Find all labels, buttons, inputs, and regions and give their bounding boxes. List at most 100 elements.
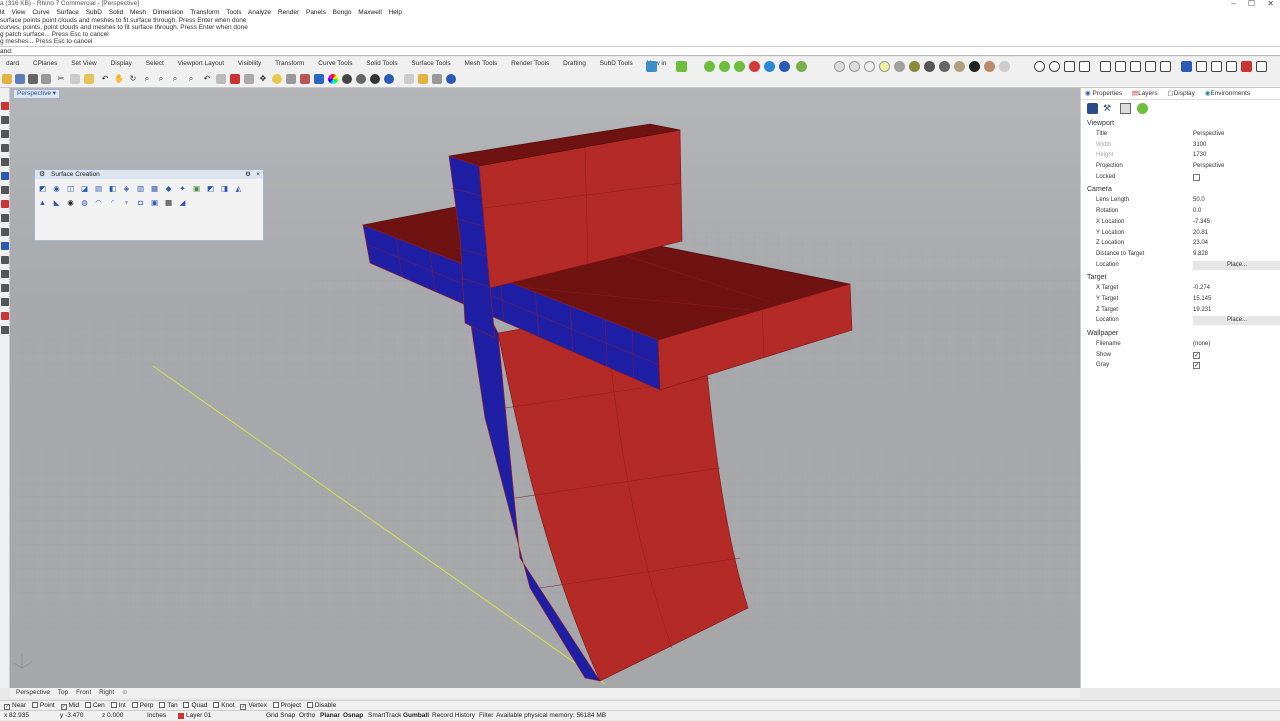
material-sphere-icon[interactable] — [894, 61, 905, 72]
material-sphere-icon[interactable] — [954, 61, 965, 72]
circle-icon[interactable] — [1, 158, 9, 166]
frame-icon[interactable] — [1120, 103, 1131, 114]
array-icon[interactable] — [1, 270, 9, 278]
edge-curves-icon[interactable]: ◫ — [66, 184, 75, 193]
menu-tools[interactable]: Tools — [226, 9, 241, 16]
blue-tool-icon[interactable] — [779, 61, 790, 72]
rail-revolve-icon[interactable]: ▦ — [150, 184, 159, 193]
explode-icon[interactable] — [1, 312, 9, 320]
menu-curve[interactable]: Curve — [32, 9, 49, 16]
grid-icon[interactable]: ▦ — [164, 198, 173, 207]
material-sphere-icon[interactable] — [924, 61, 935, 72]
loft-icon[interactable]: ◈ — [122, 184, 131, 193]
grid-icon[interactable]: ◘ — [136, 198, 145, 207]
dimension-icon[interactable] — [1, 242, 9, 250]
panel-tool-icon[interactable] — [1226, 61, 1237, 72]
wrench-icon[interactable]: ⚒ — [1103, 103, 1114, 114]
panel-tool-icon[interactable] — [1241, 61, 1252, 72]
material-sphere-icon[interactable] — [864, 61, 875, 72]
snap-tool-icon[interactable] — [1079, 61, 1090, 72]
arc-icon[interactable] — [1, 172, 9, 180]
material-sphere-icon[interactable] — [909, 61, 920, 72]
snap-tool-icon[interactable] — [1049, 61, 1060, 72]
material-sphere-icon[interactable] — [939, 61, 950, 72]
maximize-icon[interactable]: ☐ — [1248, 0, 1255, 8]
surface-icon[interactable] — [1, 200, 9, 208]
revolve-icon[interactable]: ◉ — [66, 198, 75, 207]
command-prompt[interactable]: and: — [0, 47, 1280, 56]
fillet-icon[interactable]: ◍ — [80, 198, 89, 207]
filename-value[interactable]: (none) — [1193, 339, 1210, 350]
panel-tool-icon[interactable] — [1196, 61, 1207, 72]
sphere-icon[interactable]: ◉ — [52, 184, 61, 193]
menu-surface[interactable]: Surface — [56, 9, 78, 16]
panel-tool-icon[interactable] — [1256, 61, 1267, 72]
solid-icon[interactable] — [1, 214, 9, 222]
distance-to-target-value[interactable]: 9.828 — [1193, 249, 1208, 260]
group-icon[interactable] — [1, 326, 9, 334]
menu-solid[interactable]: Solid — [109, 9, 123, 16]
snap-tool-icon[interactable] — [1034, 61, 1045, 72]
panel-tool-icon[interactable] — [1211, 61, 1222, 72]
close-icon[interactable]: ✕ — [1267, 0, 1274, 8]
material-sphere-icon[interactable] — [834, 61, 845, 72]
tab-environments[interactable]: ◉Environments — [1205, 90, 1250, 97]
extrude-icon[interactable]: ◧ — [108, 184, 117, 193]
wire-icon[interactable]: ◢ — [178, 198, 187, 207]
heightfield-icon[interactable]: ◨ — [220, 184, 229, 193]
corner-points-icon[interactable]: ◩ — [38, 184, 47, 193]
target-place-button[interactable]: Place... — [1193, 316, 1280, 326]
edit-tool-icon[interactable] — [1130, 61, 1141, 72]
material-sphere-icon[interactable] — [849, 61, 860, 72]
tab-display[interactable]: ▢Display — [1167, 90, 1194, 97]
edit-tool-icon[interactable] — [1115, 61, 1126, 72]
snap-tool-icon[interactable] — [1064, 61, 1075, 72]
polyline-icon[interactable] — [1, 130, 9, 138]
perspective-viewport[interactable]: Perspective ▾ ⚙ Surface Creation ⚙ × ◩ ◉… — [10, 88, 1080, 688]
z-target-value[interactable]: 19.231 — [1193, 305, 1211, 316]
checkbox[interactable] — [213, 702, 220, 708]
x-location-value[interactable]: -7.345 — [1193, 217, 1210, 228]
green-tool-icon[interactable] — [796, 61, 807, 72]
menu-render[interactable]: Render — [278, 9, 299, 16]
minimize-icon[interactable]: – — [1231, 0, 1235, 8]
point-icon[interactable] — [1, 102, 9, 110]
tab-right[interactable]: Right — [99, 689, 114, 696]
green-tool-icon[interactable] — [704, 61, 715, 72]
menu-transform[interactable]: Transform — [190, 9, 219, 16]
z-location-value[interactable]: 23.04 — [1193, 238, 1208, 249]
x-target-value[interactable]: -0.274 — [1193, 283, 1210, 294]
curve-icon[interactable] — [1, 144, 9, 152]
plugin-icon[interactable] — [676, 61, 687, 72]
red-tool-icon[interactable] — [749, 61, 760, 72]
menu-dimension[interactable]: Dimension — [153, 9, 184, 16]
title-value[interactable]: Perspective — [1193, 129, 1224, 140]
join-icon[interactable] — [1, 298, 9, 306]
checkbox[interactable] — [84, 702, 91, 708]
camera-place-button[interactable]: Place... — [1193, 260, 1280, 270]
lens-length-value[interactable]: 50.0 — [1193, 195, 1205, 206]
camera-icon[interactable] — [1087, 103, 1098, 114]
show-checkbox[interactable]: ✓ — [1193, 351, 1200, 359]
checkbox[interactable] — [159, 702, 166, 708]
gear-icon[interactable] — [1181, 61, 1192, 72]
checkbox[interactable] — [110, 702, 117, 708]
material-sphere-icon[interactable] — [969, 61, 980, 72]
width-value[interactable]: 3100 — [1193, 140, 1206, 151]
close-icon[interactable]: × — [256, 170, 260, 179]
menu-mesh[interactable]: Mesh — [130, 9, 146, 16]
height-value[interactable]: 1730 — [1193, 150, 1206, 161]
network-icon[interactable]: ✦ — [178, 184, 187, 193]
checkbox[interactable] — [131, 702, 138, 708]
tab-perspective[interactable]: Perspective — [16, 689, 50, 696]
checkbox[interactable] — [183, 702, 190, 708]
checkbox[interactable] — [272, 702, 279, 708]
sweep-icon[interactable]: ▥ — [136, 184, 145, 193]
panel-settings-icon[interactable]: ⚙ — [245, 170, 251, 179]
projection-value[interactable]: Perspective — [1193, 161, 1224, 172]
menu-analyze[interactable]: Analyze — [248, 9, 271, 16]
material-sphere-icon[interactable] — [999, 61, 1010, 72]
material-sphere-icon[interactable] — [984, 61, 995, 72]
add-viewport-icon[interactable]: ⊕ — [122, 689, 127, 696]
menu-help[interactable]: Help — [389, 9, 402, 16]
